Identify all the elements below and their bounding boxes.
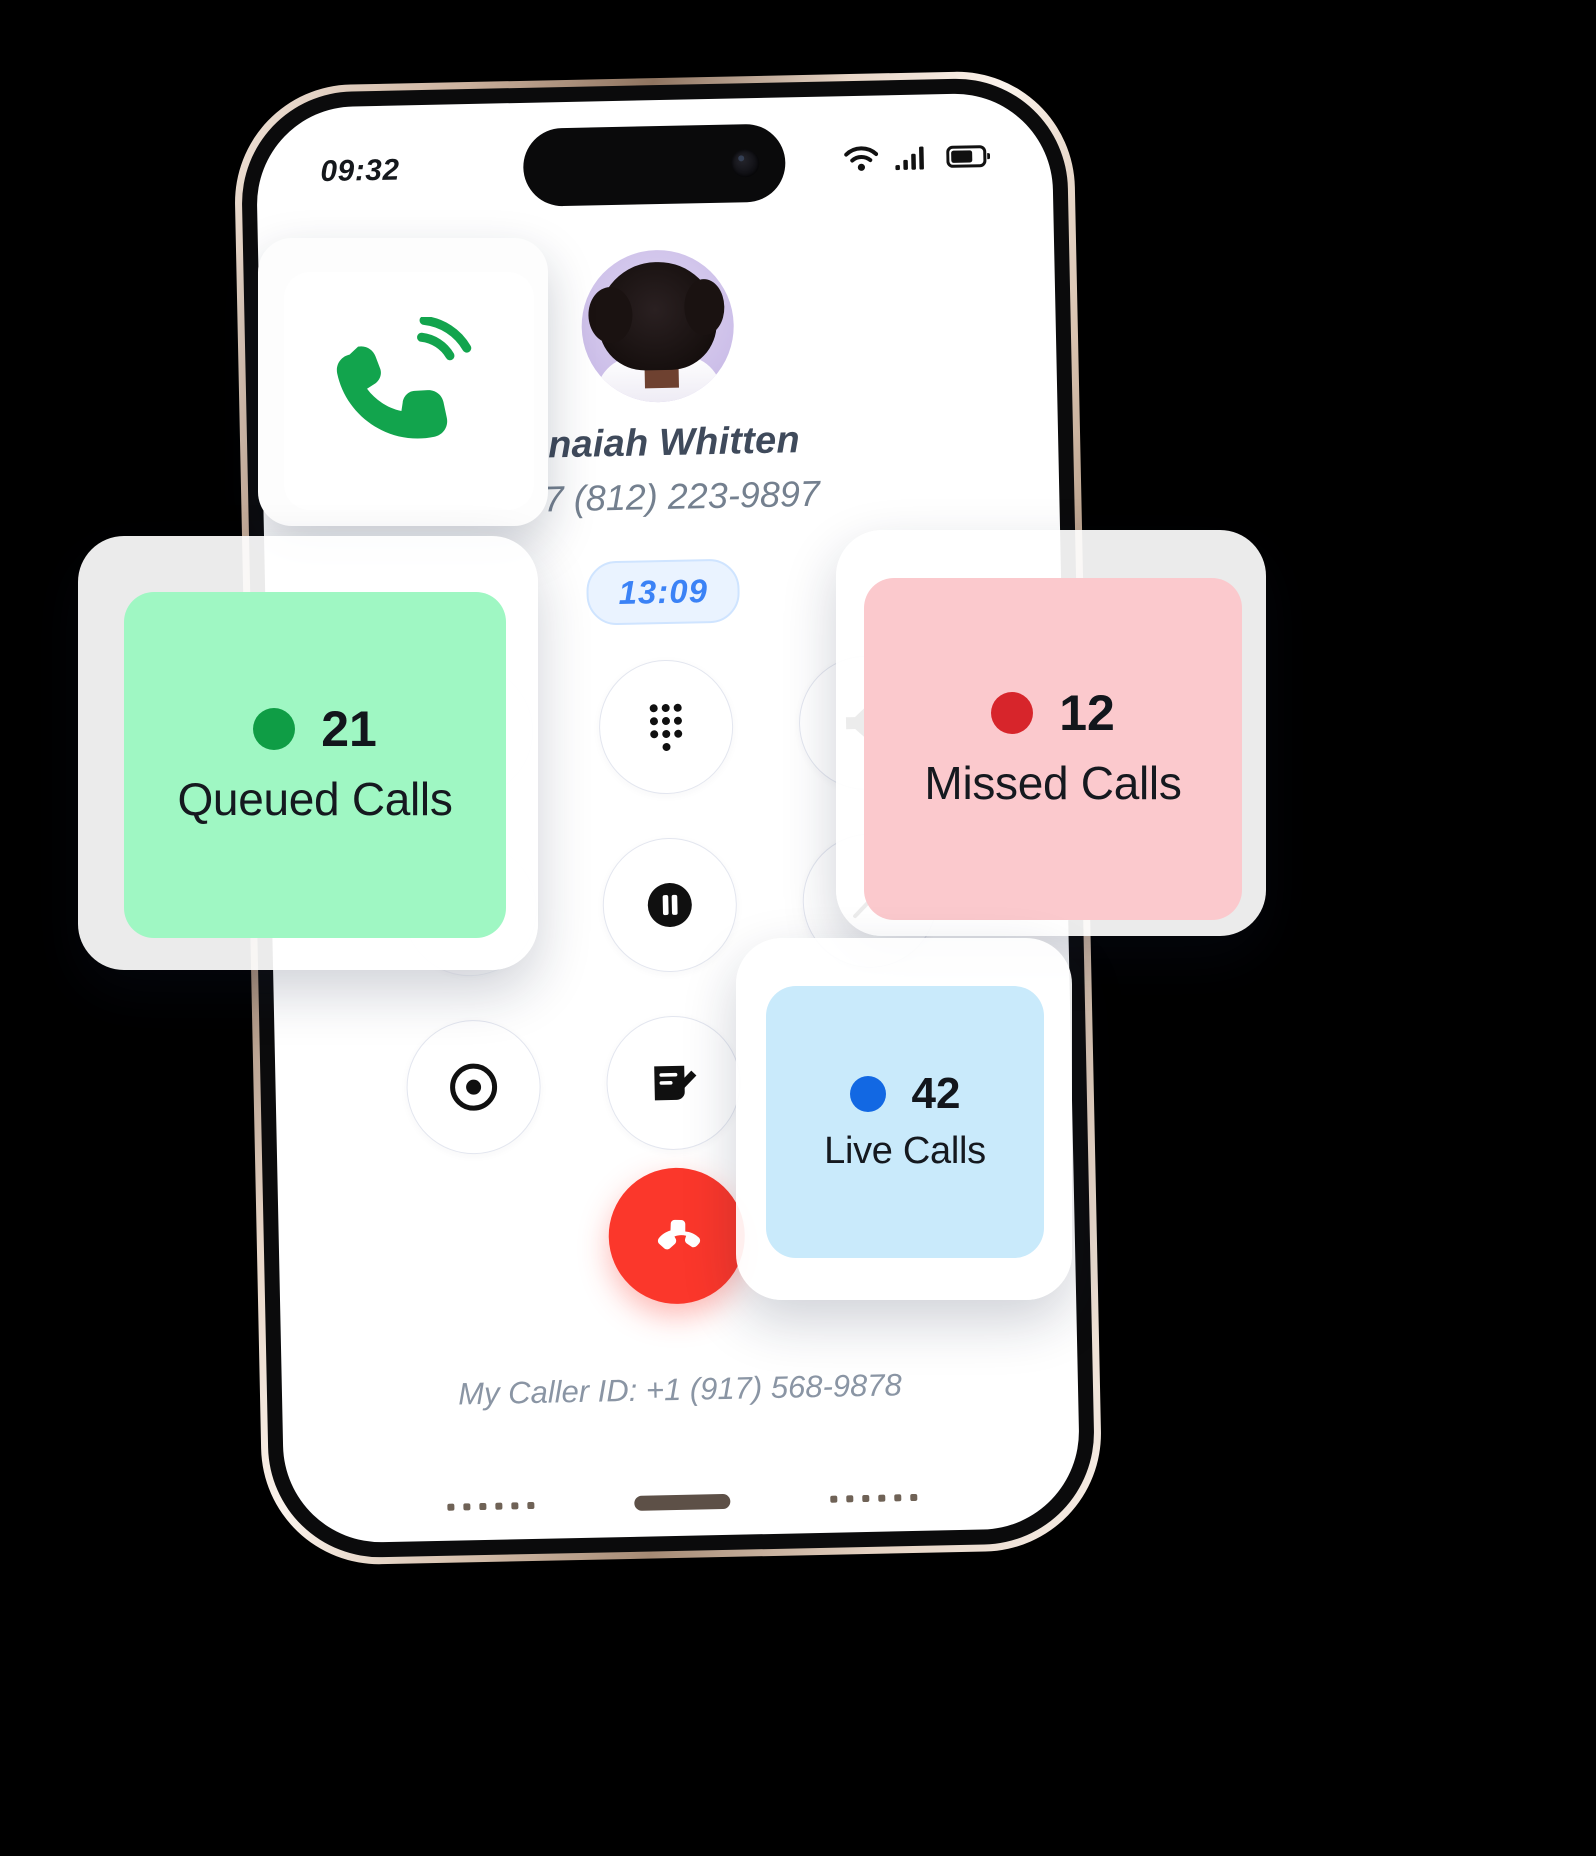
live-status-dot-icon <box>849 1075 886 1112</box>
live-calls-card[interactable]: 42 Live Calls <box>766 986 1044 1258</box>
missed-calls-label: Missed Calls <box>924 757 1182 809</box>
note-edit-icon <box>647 1056 700 1109</box>
dialpad-icon <box>643 701 690 754</box>
live-calls-label: Live Calls <box>824 1129 986 1172</box>
caller-id-text: My Caller ID: +1 (917) 568-9878 <box>457 1367 903 1412</box>
call-duration-badge: 13:09 <box>585 558 741 626</box>
battery-icon <box>946 144 991 174</box>
live-calls-count: 42 <box>911 1068 961 1118</box>
notes-button[interactable] <box>605 1014 742 1152</box>
hold-button[interactable] <box>601 836 739 974</box>
pause-icon <box>643 878 696 931</box>
wifi-icon <box>844 145 879 177</box>
missed-calls-count: 12 <box>1059 685 1115 741</box>
missed-calls-card[interactable]: 12 Missed Calls <box>864 578 1242 920</box>
charging-port <box>634 1493 731 1511</box>
avatar <box>580 248 736 404</box>
front-camera-icon <box>731 148 760 178</box>
incoming-call-icon <box>328 315 490 466</box>
record-button[interactable] <box>405 1018 542 1156</box>
incoming-call-card[interactable] <box>284 272 534 510</box>
live-calls-count-row: 42 <box>849 1068 961 1118</box>
record-icon <box>447 1061 500 1114</box>
dynamic-island <box>522 123 787 207</box>
queued-calls-count: 21 <box>321 701 377 757</box>
speaker-holes-right <box>830 1493 918 1503</box>
keypad-button[interactable] <box>597 658 735 796</box>
queued-calls-card[interactable]: 21 Queued Calls <box>124 592 506 938</box>
bottom-speaker-grill <box>447 1489 918 1515</box>
speaker-holes-left <box>447 1501 535 1511</box>
cellular-signal-icon <box>894 144 931 176</box>
missed-calls-count-row: 12 <box>991 688 1115 738</box>
status-bar-icons <box>844 143 991 177</box>
queued-calls-label: Queued Calls <box>177 773 453 825</box>
hero-illustration: 09:32 Anaiah Whitten +27 (812) 223-9897 … <box>0 0 1596 1856</box>
missed-status-dot-icon <box>991 692 1034 734</box>
end-call-icon <box>640 1197 714 1275</box>
end-call-button[interactable] <box>607 1166 747 1306</box>
queued-calls-count-row: 21 <box>253 704 377 754</box>
queued-status-dot-icon <box>253 708 296 750</box>
status-bar-time: 09:32 <box>320 153 400 189</box>
